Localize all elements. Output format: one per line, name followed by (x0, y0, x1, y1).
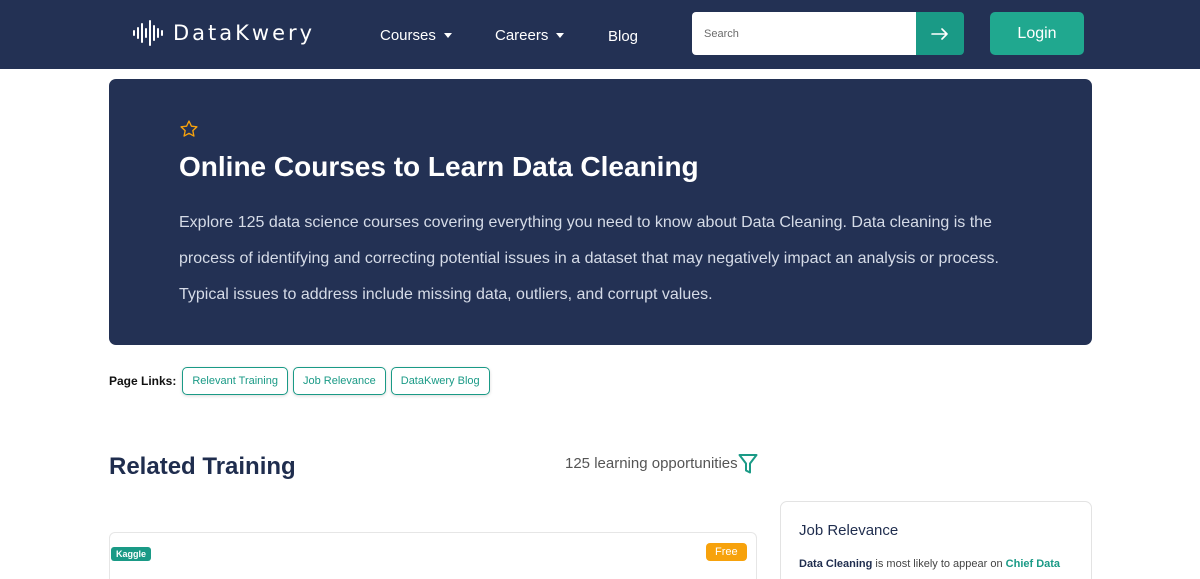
login-button[interactable]: Login (990, 12, 1084, 55)
job-relevance-card: Job Relevance Data Cleaning is most like… (780, 501, 1092, 579)
sound-wave-icon (133, 20, 163, 46)
nav-careers[interactable]: Careers (495, 27, 565, 44)
job-relevance-title: Job Relevance (799, 522, 899, 539)
job-relevance-text: Data Cleaning is most likely to appear o… (799, 558, 1060, 570)
nav-blog[interactable]: Blog (608, 28, 638, 45)
arrow-right-icon (931, 27, 948, 40)
job-relevance-middle: is most likely to appear on (872, 558, 1006, 570)
nav-careers-label: Careers (495, 27, 549, 44)
nav-courses[interactable]: Courses (380, 27, 452, 44)
price-badge: Free (706, 543, 747, 561)
job-role-link[interactable]: Chief Data (1006, 558, 1060, 570)
page-link-relevant-training[interactable]: Relevant Training (182, 367, 288, 395)
star-outline-icon[interactable] (179, 119, 199, 139)
page-link-job-relevance[interactable]: Job Relevance (292, 367, 386, 395)
chevron-down-icon (443, 33, 452, 38)
related-training-heading: Related Training (109, 453, 296, 480)
page-title: Online Courses to Learn Data Cleaning (179, 151, 699, 182)
hero-banner: Online Courses to Learn Data Cleaning Ex… (109, 79, 1092, 345)
page-links: Page Links: Relevant Training Job Releva… (109, 367, 495, 395)
nav-blog-label: Blog (608, 28, 639, 45)
page-links-label: Page Links: (109, 374, 177, 388)
nav-courses-label: Courses (380, 27, 436, 44)
logo[interactable]: DataKwery (132, 18, 315, 48)
top-navbar: DataKwery Courses Careers Blog Login (0, 0, 1200, 69)
provider-badge: Kaggle (111, 547, 152, 561)
search-submit-button[interactable] (916, 12, 964, 55)
chevron-down-icon (556, 33, 565, 38)
skill-name: Data Cleaning (799, 558, 873, 570)
logo-text: DataKwery (173, 21, 316, 45)
search-input[interactable] (692, 12, 917, 55)
opportunities-count: 125 learning opportunities (565, 455, 738, 472)
filter-icon[interactable] (738, 453, 758, 475)
hero-description: Explore 125 data science courses coverin… (179, 214, 999, 303)
course-card[interactable]: Kaggle Free (109, 532, 757, 579)
page-link-datakwery-blog[interactable]: DataKwery Blog (390, 367, 490, 395)
